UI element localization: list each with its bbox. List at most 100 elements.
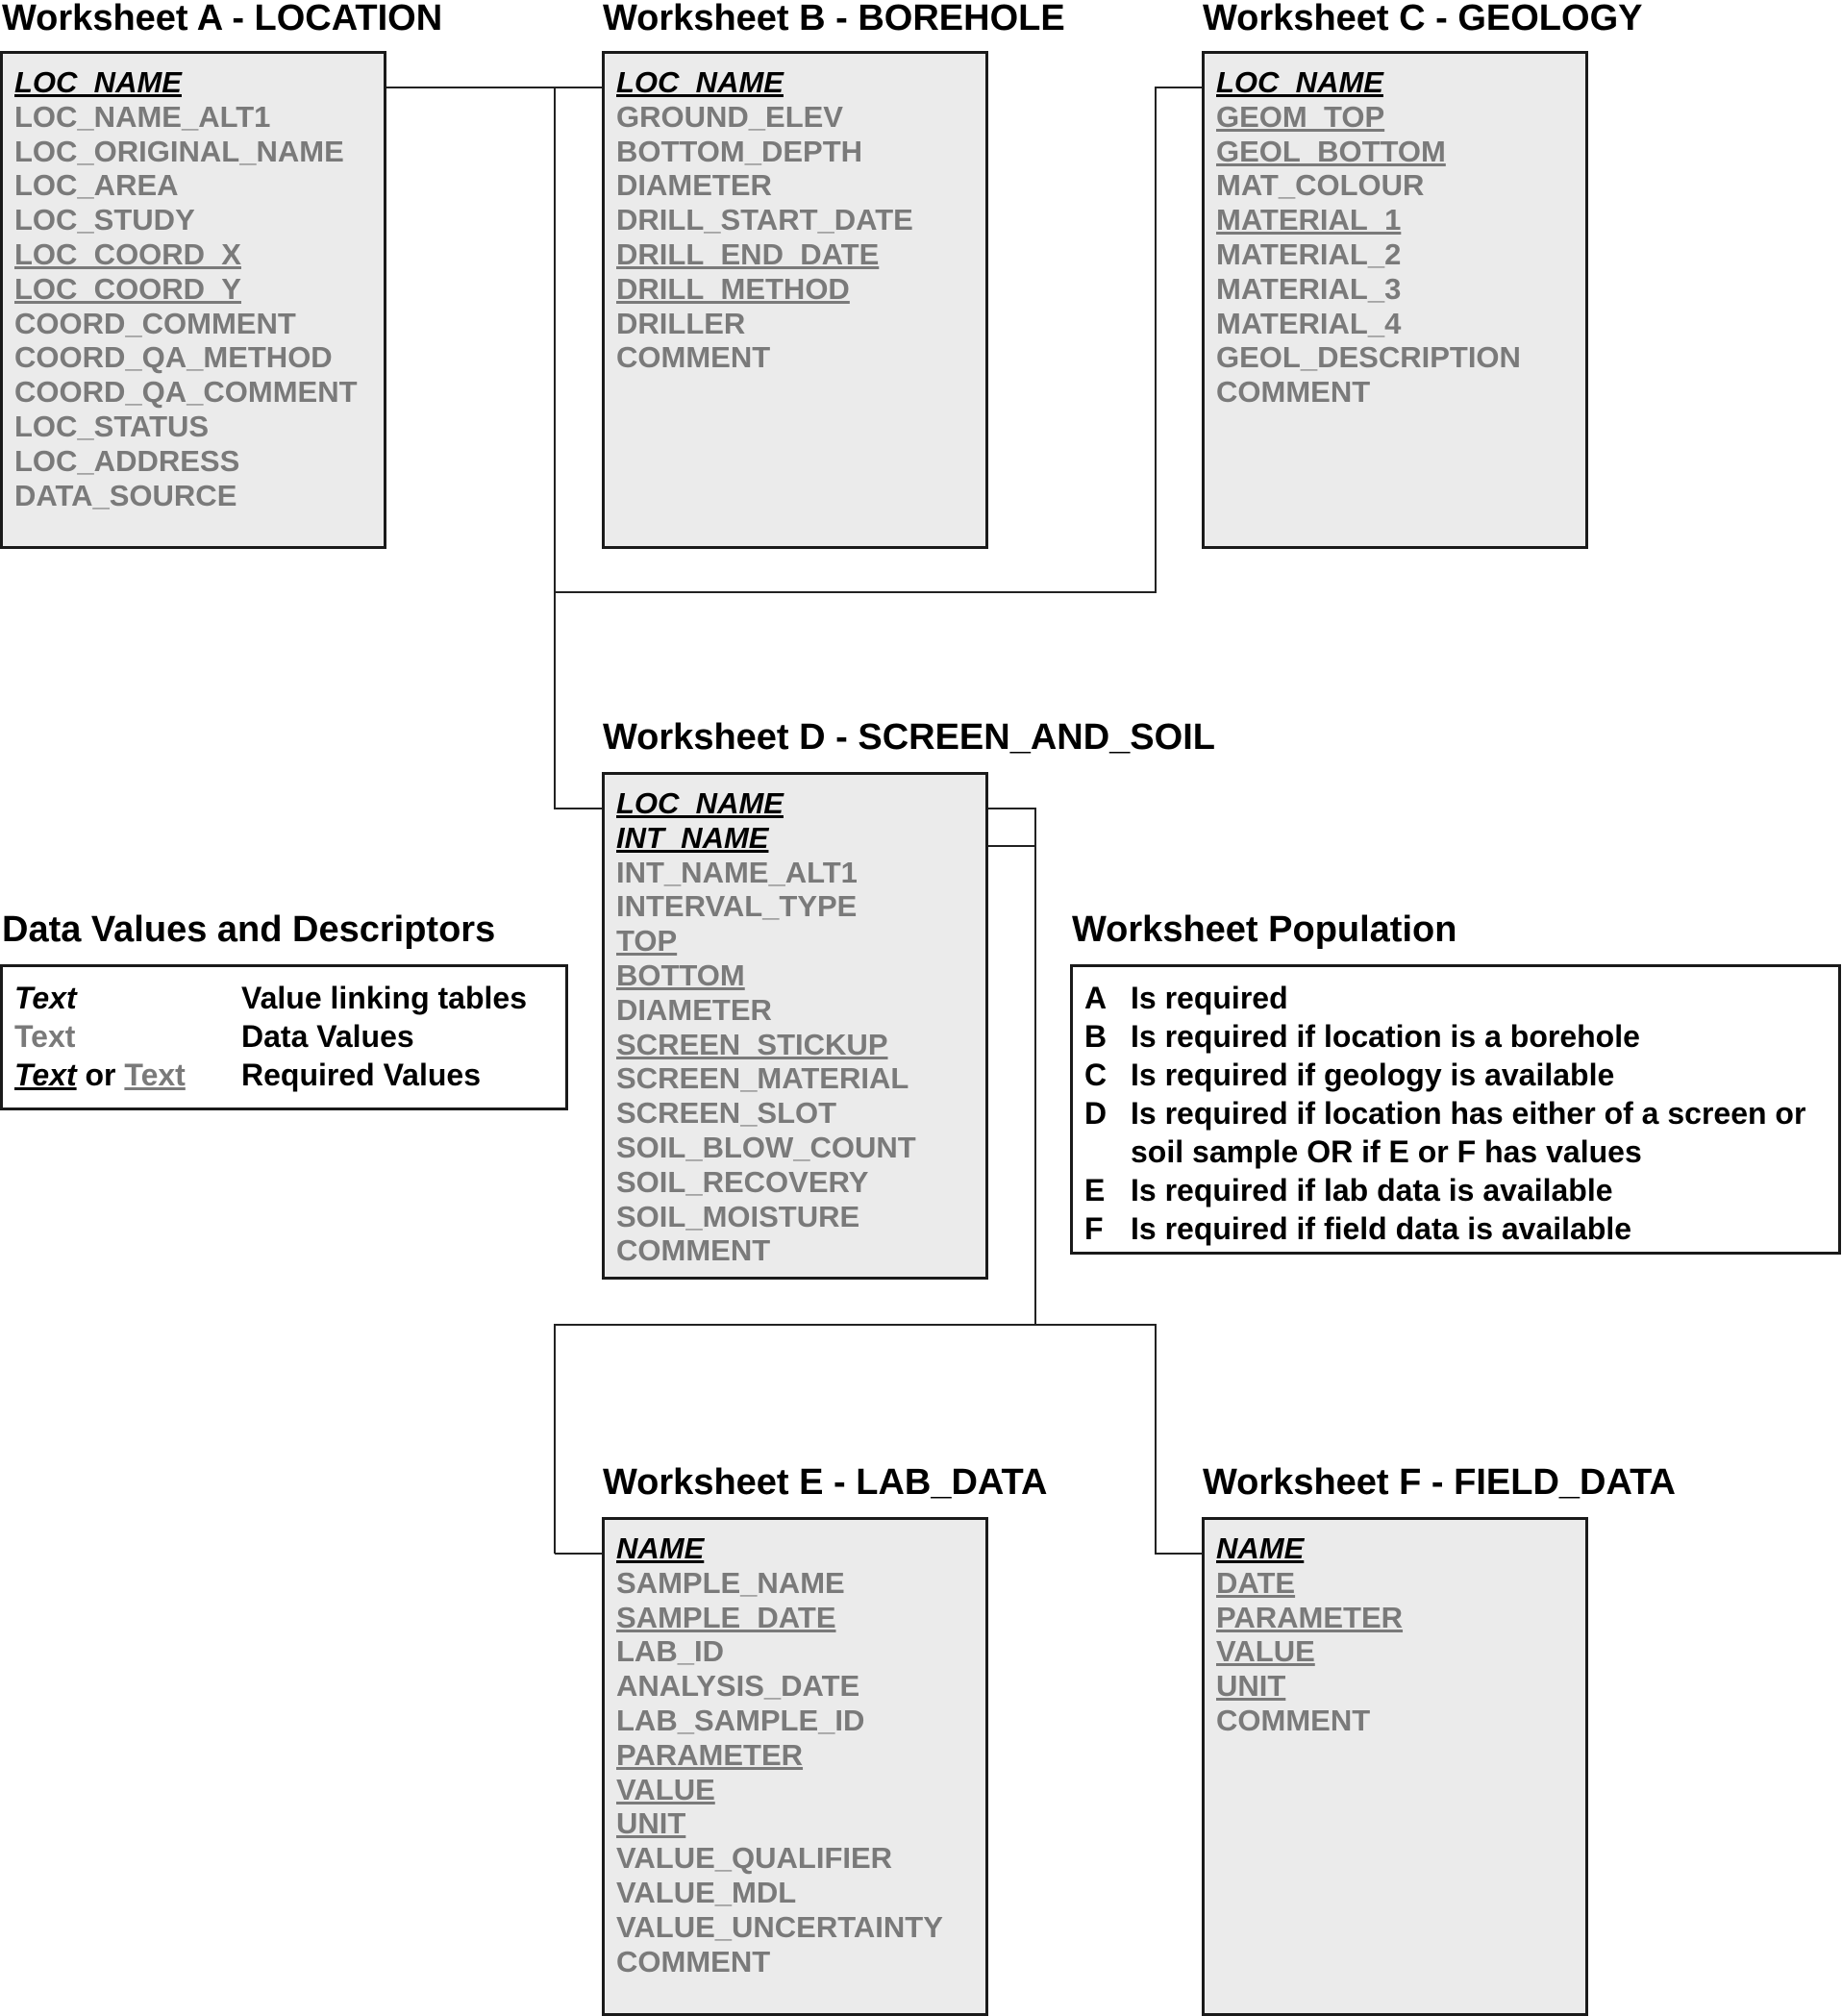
field-e-sample-name: SAMPLE_NAME — [616, 1565, 845, 1600]
worksheet-b-box: LOC_NAME GROUND_ELEV BOTTOM_DEPTH DIAMETER D… — [602, 51, 988, 549]
field-d-int-name: INT_NAME — [616, 820, 769, 855]
field-b-loc-name: LOC_NAME — [616, 65, 784, 99]
legend-sample-link: Text — [14, 981, 77, 1015]
legend-sample-or: or — [85, 1058, 116, 1092]
field-e-unit: UNIT — [616, 1806, 686, 1841]
field-d-loc-name: LOC_NAME — [616, 786, 784, 820]
connector-d-loc — [987, 808, 1036, 1325]
field-c-material-3: MATERIAL_3 — [1216, 271, 1402, 306]
legend-row-data: Text Data Values — [14, 1017, 565, 1056]
field-e-name: NAME — [616, 1531, 705, 1565]
field-d-comment: COMMENT — [616, 1233, 771, 1268]
worksheet-c-box: LOC_NAME GEOM_TOP GEOL_BOTTOM MAT_COLOUR MAT… — [1202, 51, 1588, 549]
field-d-diameter: DIAMETER — [616, 992, 772, 1027]
legend-title: Data Values and Descriptors — [2, 909, 496, 950]
worksheet-d-title: Worksheet D - SCREEN_AND_SOIL — [603, 717, 1215, 758]
population-row-d: D Is required if location has either of a… — [1084, 1094, 1838, 1171]
field-e-value-qualifier: VALUE_QUALIFIER — [616, 1841, 893, 1876]
worksheet-e-box: NAME SAMPLE_NAME SAMPLE_DATE LAB_ID ANALYSIS… — [602, 1517, 988, 2016]
field-f-parameter: PARAMETER — [1216, 1600, 1404, 1634]
field-b-drill-method: DRILL_METHOD — [616, 271, 850, 306]
field-e-value-uncertainty: VALUE_UNCERTAINTY — [616, 1909, 943, 1944]
field-c-geol-description: GEOL_DESCRIPTION — [1216, 340, 1521, 375]
legend-desc-required: Required Values — [241, 1058, 481, 1092]
population-row-b: B Is required if location is a borehole — [1084, 1017, 1838, 1056]
field-c-material-2: MATERIAL_2 — [1216, 236, 1402, 271]
population-text: Is required if location is a borehole — [1131, 1019, 1640, 1054]
field-a-loc-name: LOC_NAME — [14, 65, 182, 99]
field-f-value: VALUE — [1216, 1634, 1315, 1669]
legend-sample-data: Text — [14, 1019, 76, 1054]
population-letter: A — [1084, 981, 1108, 1015]
field-d-soil-blow-count: SOIL_BLOW_COUNT — [616, 1130, 916, 1164]
field-b-drill-start-date: DRILL_START_DATE — [616, 203, 913, 237]
field-c-comment: COMMENT — [1216, 375, 1371, 410]
population-text: Is required if field data is available — [1131, 1211, 1632, 1246]
field-b-driller: DRILLER — [616, 306, 746, 340]
field-b-bottom-depth: BOTTOM_DEPTH — [616, 134, 863, 168]
field-e-comment: COMMENT — [616, 1944, 771, 1979]
field-e-lab-sample-id: LAB_SAMPLE_ID — [616, 1703, 865, 1737]
legend-sample-required: Text or Text — [14, 1056, 241, 1094]
field-e-lab-id: LAB_ID — [616, 1634, 724, 1669]
population-row-a: A Is required — [1084, 979, 1838, 1017]
field-f-name: NAME — [1216, 1531, 1305, 1565]
worksheet-d-box: LOC_NAME INT_NAME INT_NAME_ALT1 INTERVAL_TY… — [602, 772, 988, 1280]
legend-row-link: Text Value linking tables — [14, 979, 565, 1017]
population-row-f: F Is required if field data is available — [1084, 1209, 1838, 1248]
population-text: Is required if location has either of a … — [1131, 1096, 1806, 1169]
field-d-top: TOP — [616, 924, 678, 958]
field-c-mat-colour: MAT_COLOUR — [1216, 168, 1425, 203]
field-d-soil-moisture: SOIL_MOISTURE — [616, 1199, 860, 1233]
field-d-bottom: BOTTOM — [616, 958, 745, 992]
field-b-comment: COMMENT — [616, 340, 771, 375]
worksheet-a-title: Worksheet A - LOCATION — [2, 0, 443, 38]
population-letter: E — [1084, 1173, 1106, 1207]
population-row-e: E Is required if lab data is available — [1084, 1171, 1838, 1209]
field-d-screen-stickup: SCREEN_STICKUP — [616, 1027, 888, 1061]
worksheet-a-box: LOC_NAME LOC_NAME_ALT1 LOC_ORIGINAL_NAME LO… — [0, 51, 386, 549]
field-a-coord-qa-comment: COORD_QA_COMMENT — [14, 375, 358, 410]
field-a-loc-study: LOC_STUDY — [14, 203, 195, 237]
field-a-loc-coord-x: LOC_COORD_X — [14, 236, 241, 271]
worksheet-f-box: NAME DATE PARAMETER VALUE UNIT COMMENT — [1202, 1517, 1588, 2016]
field-f-date: DATE — [1216, 1565, 1296, 1600]
field-c-material-4: MATERIAL_4 — [1216, 306, 1402, 340]
worksheet-b-title: Worksheet B - BOREHOLE — [603, 0, 1065, 38]
field-d-screen-slot: SCREEN_SLOT — [616, 1096, 837, 1131]
field-a-loc-coord-y: LOC_COORD_Y — [14, 271, 241, 306]
population-row-c: C Is required if geology is available — [1084, 1056, 1838, 1094]
population-letter: D — [1084, 1096, 1108, 1131]
field-f-unit: UNIT — [1216, 1669, 1286, 1704]
connector-trunk-a-d — [554, 87, 603, 809]
field-e-sample-date: SAMPLE_DATE — [616, 1600, 836, 1634]
field-a-data-source: DATA_SOURCE — [14, 478, 237, 512]
legend-desc-data: Data Values — [241, 1019, 414, 1054]
legend-desc-link: Value linking tables — [241, 981, 527, 1015]
legend-row-required: Text or Text Required Values — [14, 1056, 565, 1094]
worksheet-c-title: Worksheet C - GEOLOGY — [1203, 0, 1643, 38]
field-b-drill-end-date: DRILL_END_DATE — [616, 236, 880, 271]
field-e-parameter: PARAMETER — [616, 1737, 804, 1772]
field-e-analysis-date: ANALYSIS_DATE — [616, 1669, 860, 1704]
legend-sample-required-data: Text — [124, 1058, 186, 1092]
population-letter: B — [1084, 1019, 1108, 1054]
population-text: Is required if lab data is available — [1131, 1173, 1613, 1207]
worksheet-e-title: Worksheet E - LAB_DATA — [603, 1462, 1048, 1503]
field-c-material-1: MATERIAL_1 — [1216, 203, 1402, 237]
field-c-geom-top: GEOM_TOP — [1216, 99, 1385, 134]
population-letter: C — [1084, 1058, 1108, 1092]
population-text: Is required — [1131, 981, 1288, 1015]
field-c-loc-name: LOC_NAME — [1216, 65, 1383, 99]
field-a-coord-comment: COORD_COMMENT — [14, 306, 296, 340]
field-d-interval-type: INTERVAL_TYPE — [616, 889, 858, 924]
legend-sample-required-link: Text — [14, 1058, 77, 1092]
field-a-loc-name-alt1: LOC_NAME_ALT1 — [14, 99, 271, 134]
population-letter: F — [1084, 1211, 1104, 1246]
field-b-diameter: DIAMETER — [616, 168, 772, 203]
field-d-int-name-alt1: INT_NAME_ALT1 — [616, 855, 858, 889]
population-title: Worksheet Population — [1072, 909, 1457, 950]
field-e-value-mdl: VALUE_MDL — [616, 1875, 797, 1909]
field-a-loc-original-name: LOC_ORIGINAL_NAME — [14, 134, 344, 168]
field-a-loc-address: LOC_ADDRESS — [14, 443, 240, 478]
